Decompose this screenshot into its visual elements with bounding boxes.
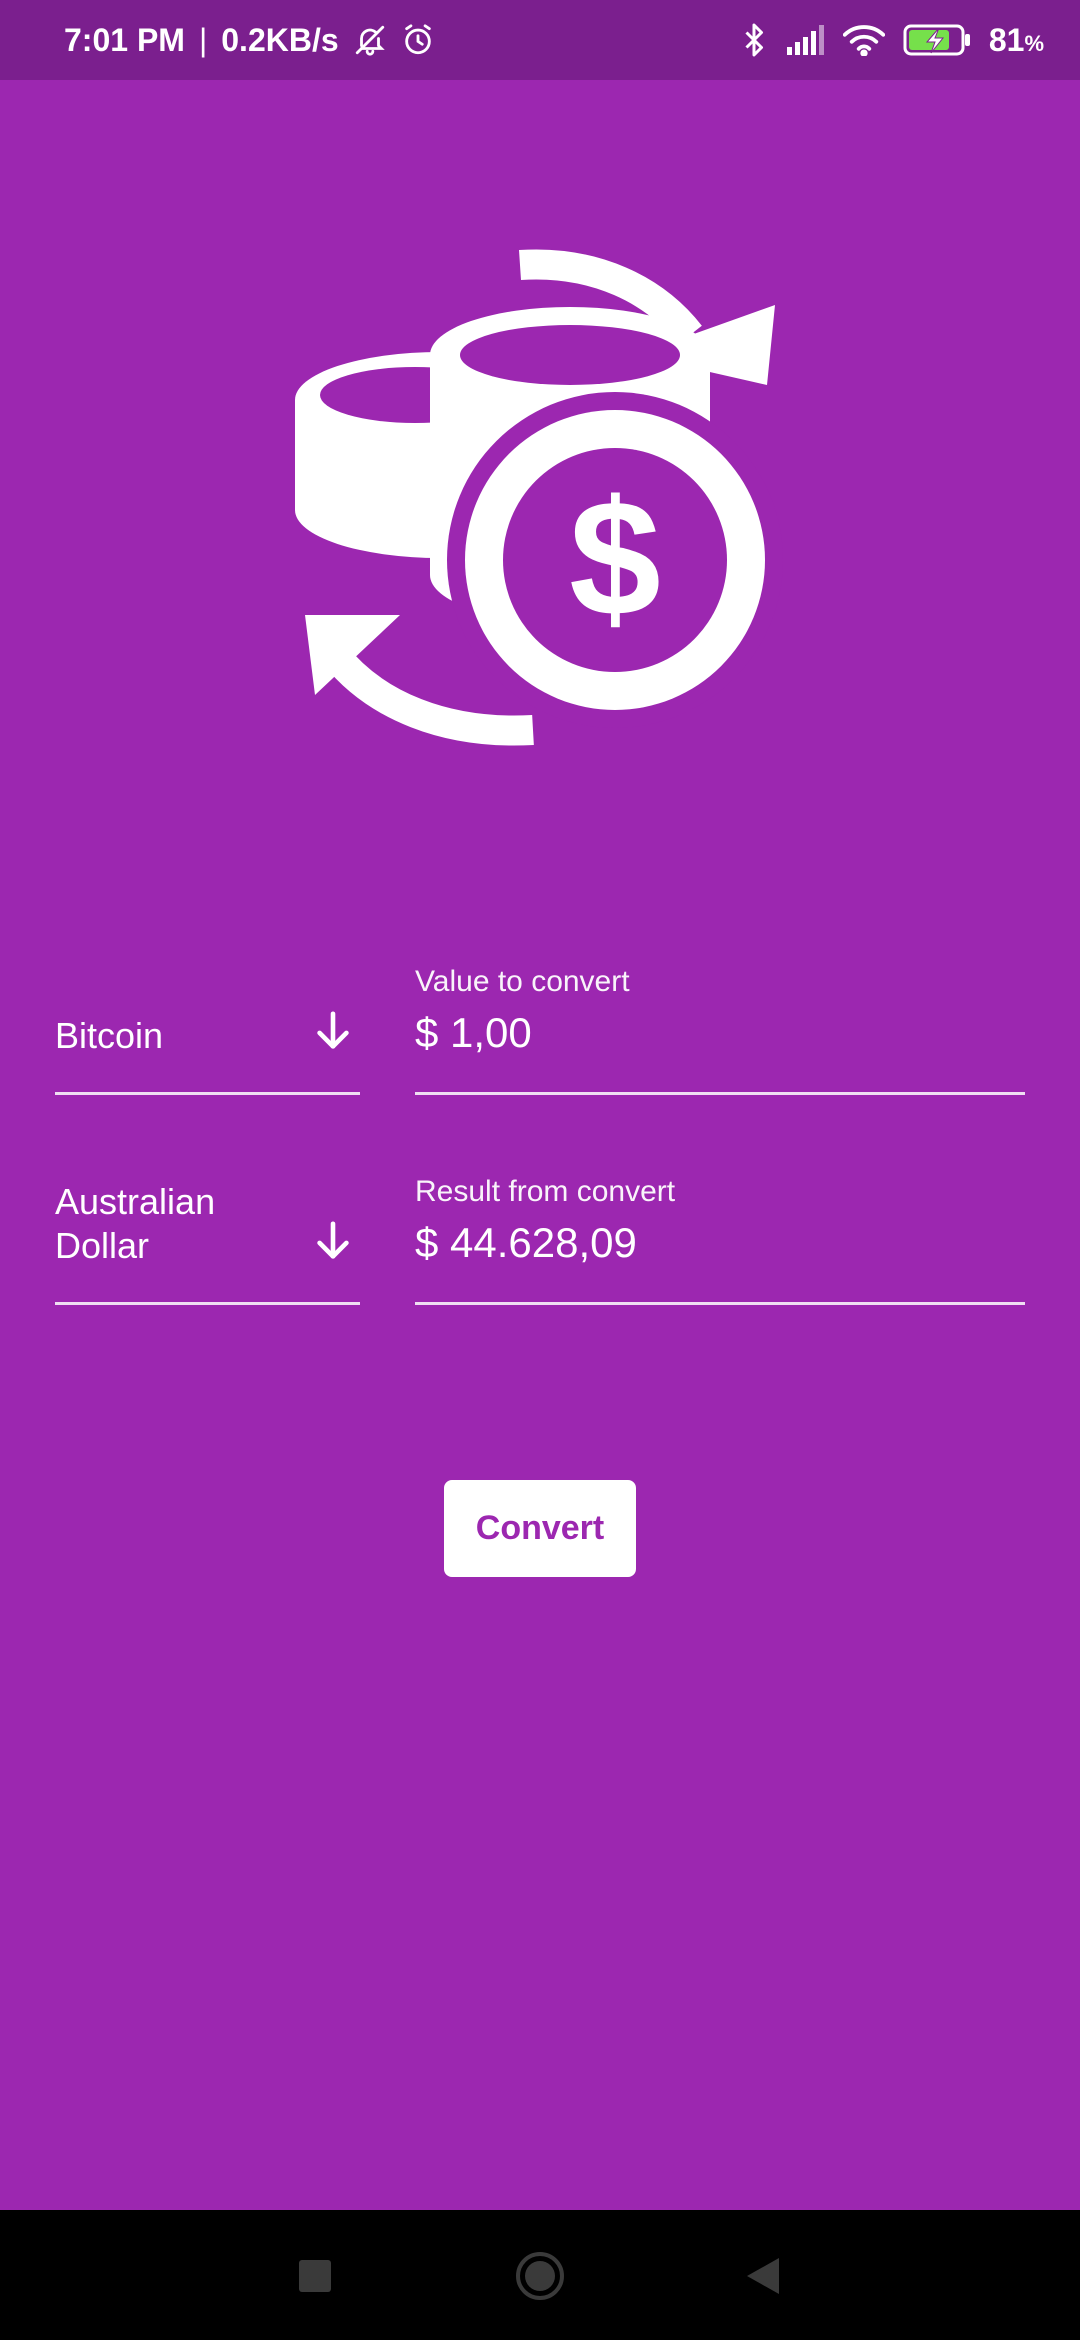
from-row: Bitcoin Value to convert $ 1,00 <box>55 955 1025 1095</box>
currency-exchange-coins-icon: $ <box>295 235 785 755</box>
result-field-text: $ 44.628,09 <box>415 1219 637 1266</box>
status-left: 7:01 PM | 0.2KB/s <box>64 22 435 59</box>
from-currency-select[interactable]: Bitcoin <box>55 955 360 1095</box>
recent-apps-icon[interactable] <box>289 2250 341 2302</box>
convert-button[interactable]: Convert <box>444 1480 636 1577</box>
value-input-text[interactable]: $ 1,00 <box>415 1009 532 1057</box>
alarm-icon <box>401 23 435 57</box>
battery-charging-icon <box>903 23 971 57</box>
arrow-down-icon <box>317 1011 349 1049</box>
from-currency-label: Bitcoin <box>55 1015 164 1056</box>
bluetooth-icon <box>741 22 767 58</box>
status-separator: | <box>198 21 208 58</box>
status-net-speed: 0.2KB/s <box>221 21 339 58</box>
to-currency-label: Australian Dollar <box>55 1181 216 1266</box>
svg-text:$: $ <box>569 466 661 650</box>
status-time: 7:01 PM <box>64 21 185 58</box>
result-field-label: Result from convert <box>415 1175 676 1208</box>
signal-icon <box>785 25 825 55</box>
battery-percent: 81% <box>988 21 1044 58</box>
status-bar: 7:01 PM | 0.2KB/s 81% <box>0 0 1080 80</box>
to-currency-select[interactable]: Australian Dollar <box>55 1165 360 1305</box>
wifi-icon <box>842 24 885 56</box>
value-input[interactable]: Value to convert $ 1,00 <box>415 955 1025 1095</box>
to-row: Australian Dollar Result from convert $ … <box>55 1165 1025 1305</box>
status-right: 81% <box>741 22 1044 59</box>
arrow-down-icon <box>317 1221 349 1259</box>
result-field[interactable]: Result from convert $ 44.628,09 <box>415 1165 1025 1305</box>
home-icon[interactable] <box>514 2250 566 2302</box>
navigation-bar <box>0 2210 1080 2340</box>
value-input-label: Value to convert <box>415 965 630 998</box>
back-icon[interactable] <box>739 2250 791 2302</box>
bell-muted-icon <box>353 23 387 57</box>
